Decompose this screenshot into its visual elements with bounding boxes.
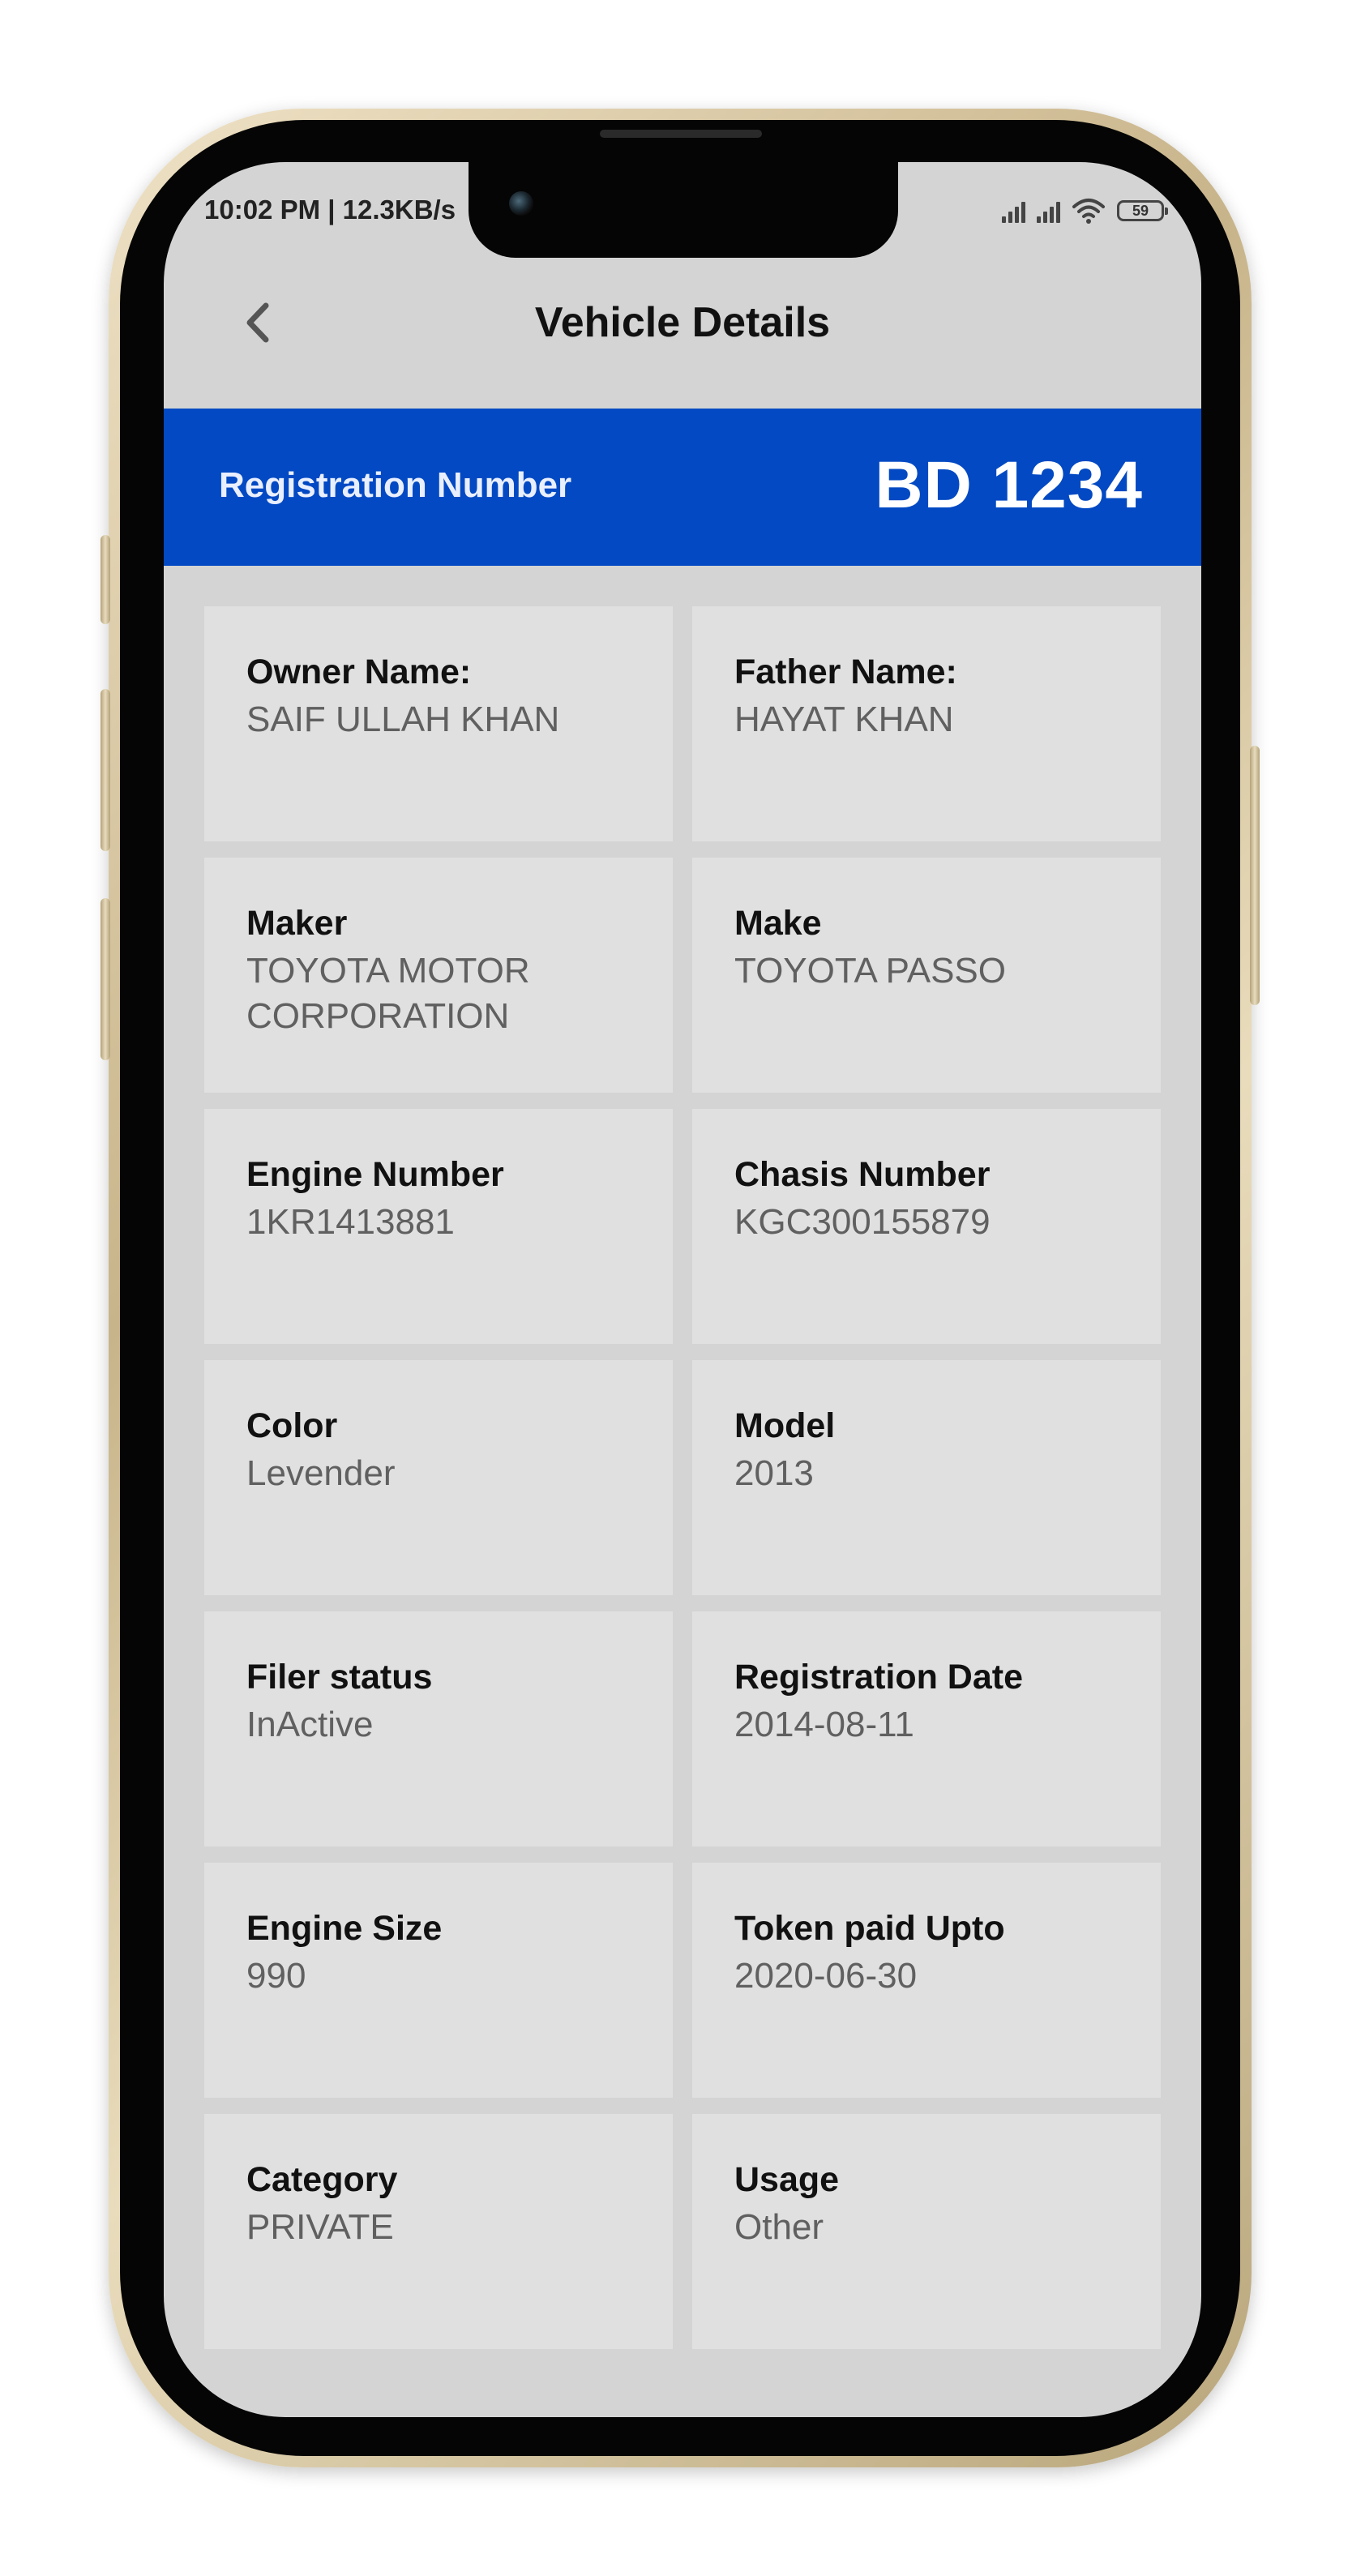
- app-screen: 10:02 PM | 12.3KB/s 59 Vehicle Details R…: [164, 162, 1201, 2417]
- notch: [469, 159, 898, 258]
- registration-label: Registration Number: [219, 465, 572, 505]
- detail-card-maker: Maker TOYOTA MOTOR CORPORATION: [204, 858, 673, 1093]
- detail-card-token-paid-upto: Token paid Upto 2020-06-30: [692, 1863, 1161, 2098]
- power-button: [1250, 746, 1260, 1005]
- detail-value: Other: [734, 2207, 824, 2247]
- detail-value: 2020-06-30: [734, 1956, 918, 1996]
- detail-label: Father Name:: [734, 653, 957, 691]
- volume-up-button: [101, 689, 110, 851]
- detail-card-color: Color Levender: [204, 1360, 673, 1595]
- detail-label: Filer status: [246, 1658, 433, 1697]
- detail-value: 2014-08-11: [734, 1705, 914, 1744]
- volume-down-button: [101, 898, 110, 1060]
- detail-label: Registration Date: [734, 1658, 1024, 1697]
- detail-card-make: Make TOYOTA PASSO: [692, 858, 1161, 1093]
- detail-card-filer-status: Filer status InActive: [204, 1611, 673, 1846]
- detail-card-usage: Usage Other: [692, 2114, 1161, 2349]
- detail-value: TOYOTA PASSO: [734, 951, 1006, 991]
- registration-value: BD 1234: [875, 448, 1143, 522]
- registration-banner: Registration Number BD 1234: [164, 409, 1201, 566]
- detail-card-owner-name: Owner Name: SAIF ULLAH KHAN: [204, 606, 673, 841]
- detail-value: KGC300155879: [734, 1202, 991, 1242]
- detail-value: 2013: [734, 1453, 814, 1493]
- detail-label: Engine Size: [246, 1909, 443, 1948]
- earpiece-speaker: [600, 130, 762, 138]
- detail-card-father-name: Father Name: HAYAT KHAN: [692, 606, 1161, 841]
- detail-value: 1KR1413881: [246, 1202, 455, 1242]
- detail-card-model: Model 2013: [692, 1360, 1161, 1595]
- detail-card-registration-date: Registration Date 2014-08-11: [692, 1611, 1161, 1846]
- page-title: Vehicle Details: [534, 299, 831, 346]
- detail-value: Levender: [246, 1453, 396, 1493]
- signal-icon: [1037, 199, 1060, 223]
- status-time: 10:02 PM | 12.3KB/s: [204, 195, 456, 225]
- detail-value: PRIVATE: [246, 2207, 394, 2247]
- signal-icon: [1002, 199, 1025, 223]
- status-icons: 59: [1002, 195, 1168, 227]
- detail-label: Owner Name:: [246, 653, 472, 691]
- detail-label: Token paid Upto: [734, 1909, 1005, 1948]
- detail-label: Category: [246, 2160, 398, 2199]
- detail-label: Model: [734, 1406, 836, 1445]
- battery-icon: 59: [1117, 200, 1168, 221]
- detail-label: Make: [734, 904, 822, 943]
- detail-card-engine-number: Engine Number 1KR1413881: [204, 1109, 673, 1344]
- detail-value: SAIF ULLAH KHAN: [246, 700, 560, 739]
- detail-label: Maker: [246, 904, 348, 943]
- mute-switch: [101, 535, 110, 624]
- detail-card-engine-size: Engine Size 990: [204, 1863, 673, 2098]
- detail-value: TOYOTA MOTOR CORPORATION: [246, 951, 530, 1036]
- detail-card-chasis-number: Chasis Number KGC300155879: [692, 1109, 1161, 1344]
- detail-label: Chasis Number: [734, 1155, 991, 1194]
- wifi-icon: [1072, 199, 1105, 224]
- detail-label: Color: [246, 1406, 338, 1445]
- details-grid: Owner Name: SAIF ULLAH KHAN Father Name:…: [204, 606, 1161, 2349]
- detail-value: InActive: [246, 1705, 374, 1744]
- detail-label: Engine Number: [246, 1155, 504, 1194]
- detail-value: 990: [246, 1956, 306, 1996]
- detail-value: HAYAT KHAN: [734, 700, 954, 739]
- detail-card-category: Category PRIVATE: [204, 2114, 673, 2349]
- detail-label: Usage: [734, 2160, 840, 2199]
- front-camera: [509, 191, 533, 216]
